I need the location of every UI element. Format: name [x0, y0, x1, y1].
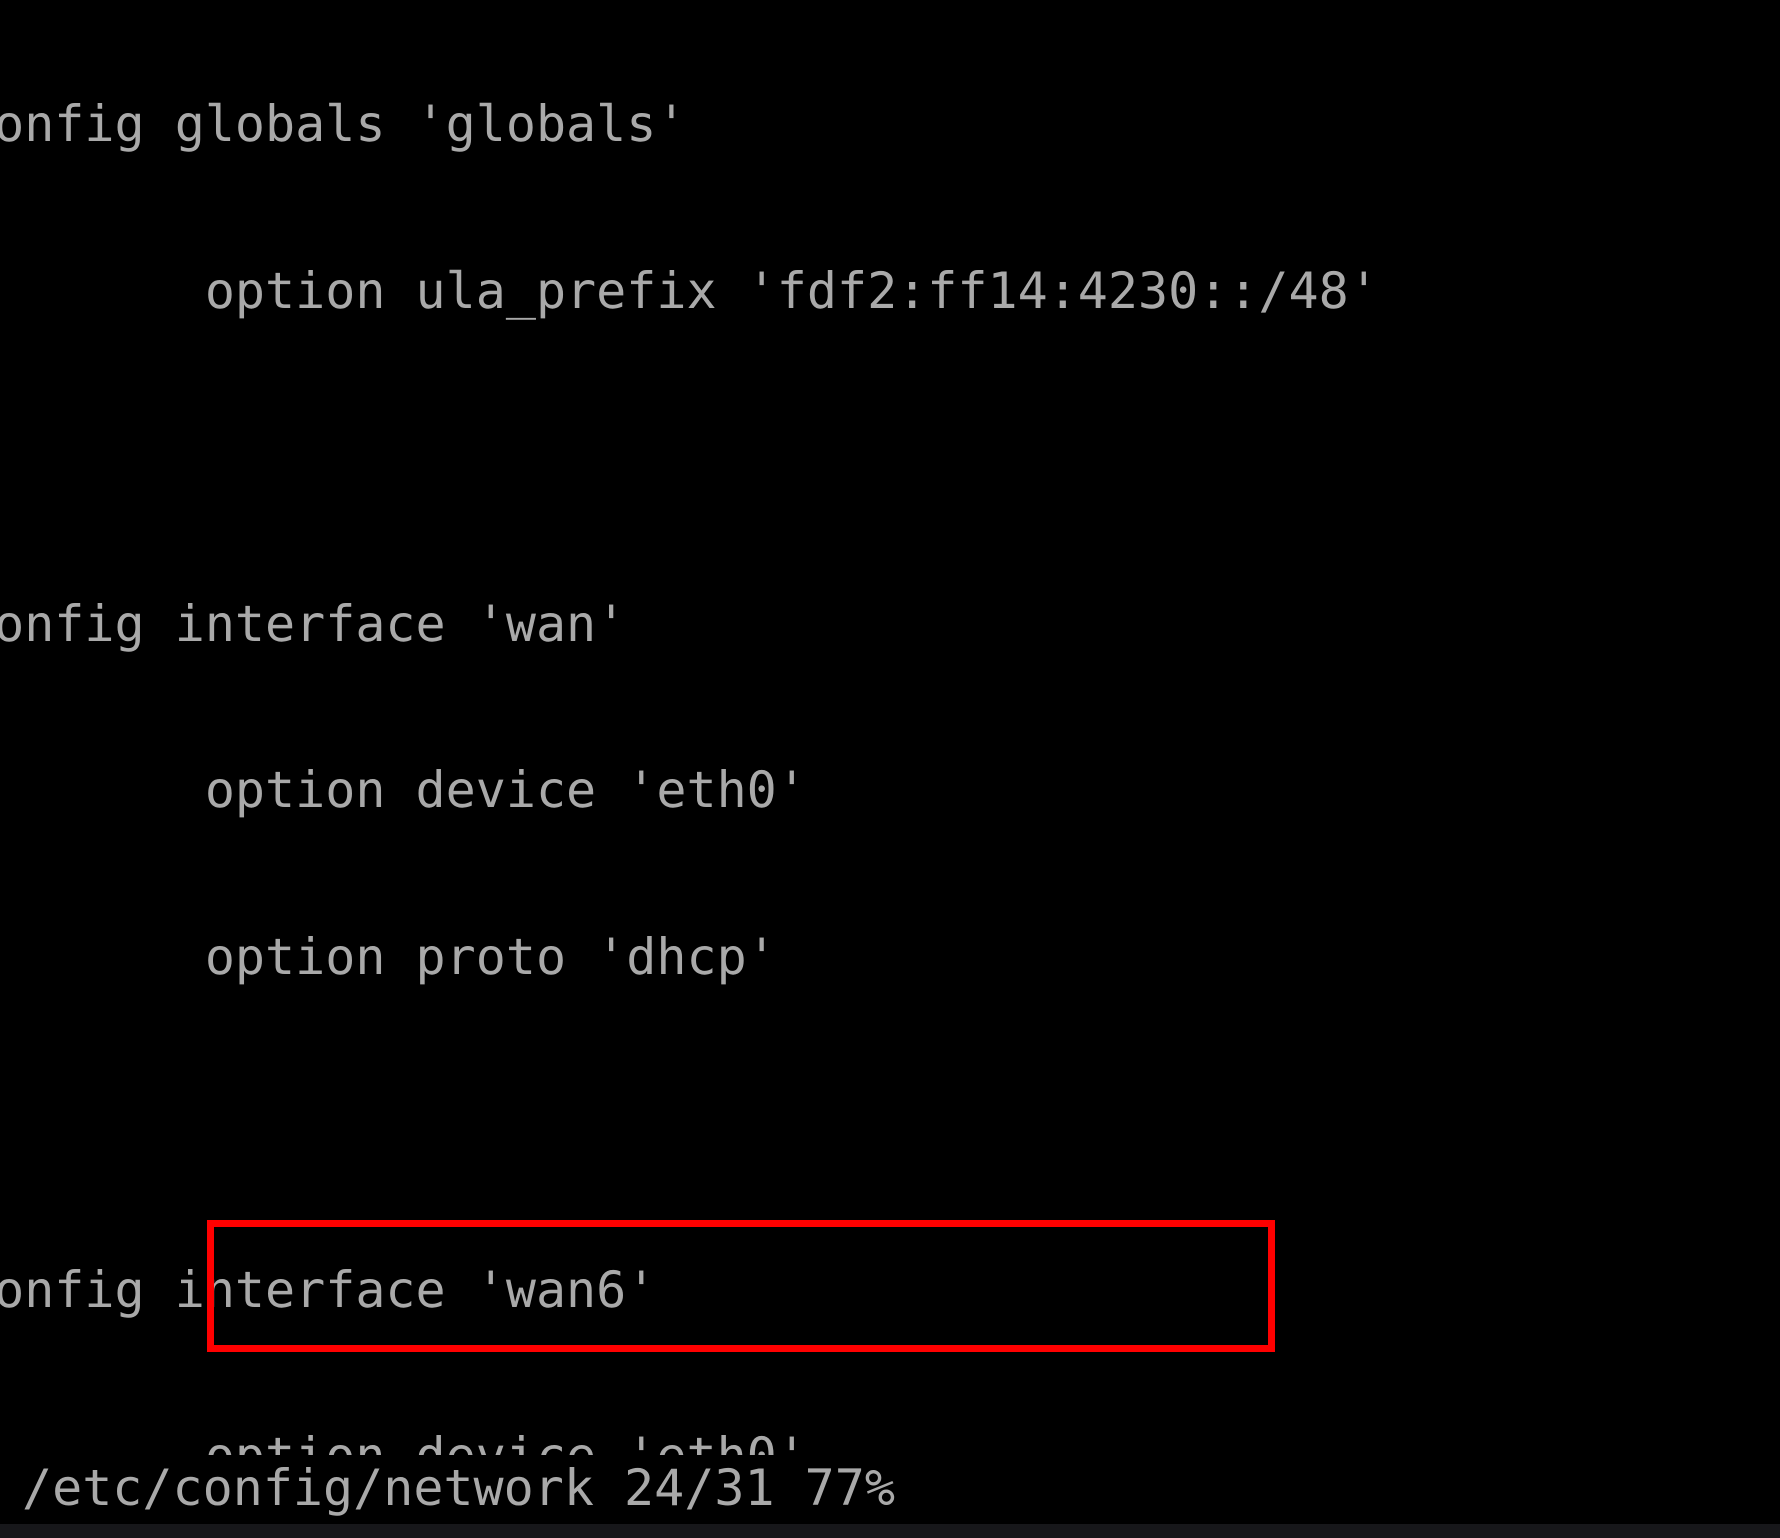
config-line: config globals 'globals' [0, 95, 687, 153]
screen-bottom-edge [0, 1524, 1780, 1538]
config-line-blank [0, 430, 1780, 486]
config-line: option ula_prefix 'fdf2:ff14:4230::/48' [0, 261, 1379, 320]
config-line-blank [0, 1096, 1780, 1152]
terminal-screen[interactable]: config globals 'globals' option ula_pref… [0, 0, 1780, 1538]
terminal-text-buffer: config globals 'globals' option ula_pref… [0, 0, 1780, 1538]
config-line: option proto 'dhcp' [0, 927, 777, 986]
config-line: option device 'eth0' [0, 761, 807, 819]
config-line: config interface 'wan' [0, 594, 627, 653]
config-line: config interface 'wan6' [0, 1260, 657, 1319]
pager-status-bar: /etc/config/network 24/31 77% [0, 1455, 1780, 1521]
